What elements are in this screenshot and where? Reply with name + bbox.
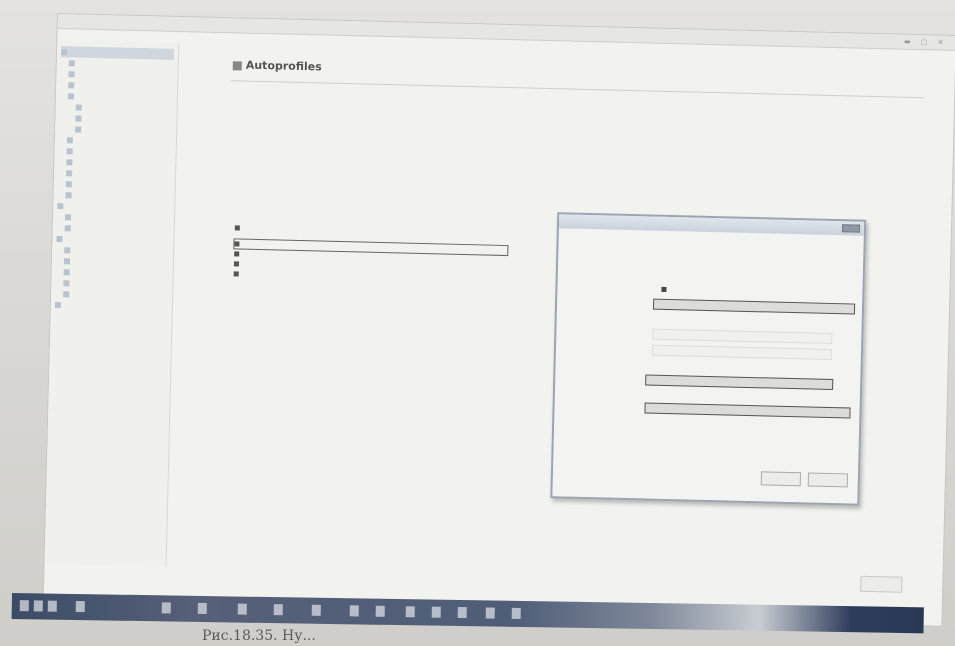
taskbar-app-icon[interactable]	[457, 607, 467, 619]
taskbar-app-icon[interactable]	[431, 606, 441, 618]
taskbar-app-icon[interactable]	[19, 600, 29, 612]
input-field[interactable]	[644, 402, 851, 419]
close-icon[interactable]	[841, 224, 861, 233]
taskbar-app-icon[interactable]	[237, 603, 247, 615]
disabled-field[interactable]	[652, 328, 833, 345]
tree-node-icon	[64, 213, 72, 220]
tree-node-icon	[66, 147, 73, 154]
selected-field[interactable]	[652, 298, 856, 315]
taskbar-app-icon[interactable]	[197, 602, 207, 615]
tree-node-icon	[75, 125, 82, 133]
tree-node-icon	[64, 224, 71, 231]
tree-node-icon	[65, 180, 72, 187]
input-field[interactable]	[645, 374, 834, 391]
folder-icon	[232, 60, 242, 71]
tree-node-icon	[63, 268, 70, 275]
tree-node-icon	[54, 301, 61, 308]
tree-node-icon	[67, 92, 75, 99]
taskbar-app-icon[interactable]	[405, 606, 415, 618]
tree-node-icon	[68, 70, 75, 77]
tree-node-icon	[66, 158, 73, 165]
dialog-titlebar	[558, 214, 865, 236]
radio-dot-icon	[661, 286, 667, 292]
tree-node-icon	[57, 202, 64, 209]
radio-option[interactable]	[661, 286, 669, 293]
tree-node-icon	[63, 257, 71, 264]
divider	[230, 80, 925, 99]
taskbar-app-icon[interactable]	[349, 605, 359, 617]
taskbar-app-icon[interactable]	[47, 600, 57, 612]
tree-node-icon	[65, 191, 72, 198]
cancel-button[interactable]	[807, 472, 849, 488]
tree-node-icon	[75, 103, 82, 111]
tree-node-icon	[63, 279, 70, 286]
ok-button[interactable]	[760, 471, 802, 487]
rule-icon	[234, 225, 240, 231]
tree-node-icon	[68, 81, 75, 88]
figure-caption: Рис.18.35. Ну...	[202, 628, 316, 644]
taskbar-app-icon[interactable]	[375, 605, 385, 617]
tree-node-icon	[63, 290, 70, 297]
tree-node-icon	[56, 235, 63, 242]
disabled-field[interactable]	[651, 344, 833, 361]
taskbar-app-icon[interactable]	[311, 604, 321, 616]
navigation-tree	[44, 39, 180, 567]
page-title: Autoprofiles	[232, 58, 322, 74]
taskbar-app-icon[interactable]	[161, 602, 171, 614]
taskbar-app-icon[interactable]	[273, 604, 283, 616]
rule-icon	[233, 261, 240, 267]
taskbar-app-icon[interactable]	[33, 600, 43, 612]
properties-dialog	[550, 212, 867, 506]
tree-node-icon	[68, 59, 75, 66]
monitor-screen: ▬ ▢ ✕ Autoprofiles	[43, 14, 955, 626]
taskbar-app-icon[interactable]	[511, 607, 521, 619]
rule-icon	[234, 251, 240, 257]
tree-node-icon	[75, 114, 82, 122]
rule-icon	[233, 271, 239, 277]
tree-node-icon	[66, 169, 73, 176]
main-panel: Autoprofiles	[169, 43, 955, 593]
taskbar-app-icon[interactable]	[485, 607, 495, 619]
tree-node-icon	[66, 136, 74, 143]
window-controls-icon[interactable]: ▬ ▢ ✕	[904, 35, 948, 50]
tree-node-icon	[64, 246, 71, 253]
taskbar-app-icon[interactable]	[75, 601, 85, 613]
tree-node-icon	[61, 48, 68, 55]
action-button[interactable]	[860, 575, 903, 593]
page-title-text: Autoprofiles	[245, 58, 322, 74]
tree-item[interactable]	[54, 299, 168, 313]
